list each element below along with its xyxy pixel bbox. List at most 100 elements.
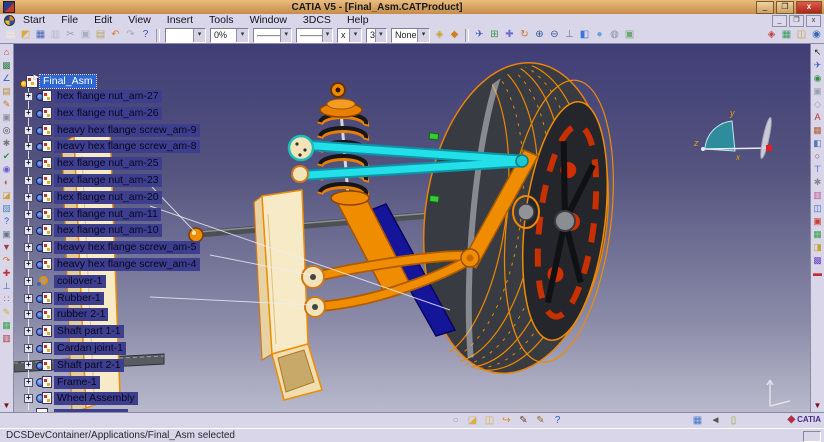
tree-root-label[interactable]: Final_Asm: [40, 75, 96, 88]
fly-icon[interactable]: ✈: [812, 59, 824, 71]
zoom-out-icon[interactable]: ⊖: [547, 28, 562, 42]
tree-expander[interactable]: +: [24, 176, 33, 185]
minimize-button[interactable]: _: [756, 1, 774, 14]
toolbar-overflow-icon[interactable]: ▼: [814, 401, 822, 410]
shading-edges-icon[interactable]: ◍: [607, 28, 622, 42]
tree-item-label[interactable]: Frame-1: [54, 376, 100, 389]
measure-between-icon[interactable]: ⊤: [812, 163, 824, 175]
tree-item-label[interactable]: heavy hex flange screw_am-8: [54, 140, 200, 153]
pen-icon[interactable]: ✎: [516, 414, 531, 428]
tree-expander[interactable]: +: [24, 361, 33, 370]
tree-expander[interactable]: +: [24, 378, 33, 387]
open-catalog-icon[interactable]: ◪: [1, 189, 13, 201]
menu-file[interactable]: File: [53, 14, 86, 27]
curve-tool-icon[interactable]: ↪: [499, 414, 514, 428]
chart-icon[interactable]: ▥: [1, 332, 13, 344]
menu-help[interactable]: Help: [339, 14, 377, 27]
menu-3dcs[interactable]: 3DCS: [295, 14, 339, 27]
copy-icon[interactable]: ▣: [78, 28, 93, 42]
mdi-minimize-button[interactable]: _: [772, 15, 787, 27]
tree-item-label[interactable]: Wheel Assembly: [54, 392, 138, 405]
product-structure-icon[interactable]: ⌂: [1, 46, 13, 58]
point-symbol-combo[interactable]: x▾: [337, 28, 362, 43]
speaker-icon[interactable]: ◄: [708, 414, 723, 428]
annotate-icon[interactable]: ✎: [1, 306, 13, 318]
manipulate-icon[interactable]: ◇: [812, 98, 824, 110]
close-button[interactable]: x: [796, 1, 822, 14]
graphic-properties-icon[interactable]: ◈: [432, 28, 447, 42]
settings-gear-icon[interactable]: ✱: [812, 176, 824, 188]
scene-icon[interactable]: ▦: [779, 28, 794, 42]
tree-item-label[interactable]: Rubber-1: [54, 292, 104, 305]
line-weight-combo-arrow[interactable]: ▾: [322, 29, 332, 42]
3d-viewport[interactable]: y z x ➤Final_Asm+hex flange nut_am-27+he…: [14, 44, 810, 412]
tree-item-label[interactable]: Shaft part 2-1: [54, 359, 124, 372]
render-tools-icon[interactable]: ▩: [1, 59, 13, 71]
world-icon[interactable]: ◉: [809, 28, 824, 42]
workbench-combo[interactable]: ▾: [165, 28, 206, 43]
power-input-icon[interactable]: ○: [448, 414, 463, 428]
tree-expander[interactable]: +: [24, 294, 33, 303]
doc-folder-icon[interactable]: ◪: [465, 414, 480, 428]
view-compass[interactable]: y z x: [693, 108, 773, 162]
tree-expander[interactable]: +: [24, 327, 33, 336]
catalog-icon[interactable]: ▤: [1, 85, 13, 97]
update-icon[interactable]: ◈: [764, 28, 779, 42]
dmu-space-analysis-icon[interactable]: ◫: [812, 202, 824, 214]
tree-item-label[interactable]: hex flange nut_am-20: [54, 191, 162, 204]
tree-item-label[interactable]: hex flange nut_am-26: [54, 107, 162, 120]
whats-this-icon[interactable]: ?: [550, 414, 565, 428]
tree-expander[interactable]: +: [24, 142, 33, 151]
wireframe-icon[interactable]: ▣: [622, 28, 637, 42]
dmu-section-icon[interactable]: ▦: [812, 228, 824, 240]
menu-insert[interactable]: Insert: [159, 14, 201, 27]
menu-view[interactable]: View: [120, 14, 159, 27]
tree-expander[interactable]: +: [24, 210, 33, 219]
tree-item-label[interactable]: hex flange nut_am-23: [54, 174, 162, 187]
paste-icon[interactable]: ▤: [93, 28, 108, 42]
tree-item-label[interactable]: Shaft part 1-1: [54, 325, 124, 338]
line-type-combo[interactable]: ———▾: [253, 28, 292, 43]
tree-item-label[interactable]: coilover-1: [54, 275, 106, 288]
tree-item-label[interactable]: hex flange nut_am-25: [54, 157, 162, 170]
tree-item-label[interactable]: hex flange nut_am-11: [54, 208, 161, 221]
tree-expander[interactable]: +: [24, 310, 33, 319]
render-shading-icon[interactable]: ◧: [812, 137, 824, 149]
new-icon[interactable]: ▤: [3, 28, 18, 42]
search-icon[interactable]: ◎: [1, 124, 13, 136]
isometric-view-icon[interactable]: ◧: [577, 28, 592, 42]
menu-start[interactable]: Start: [15, 14, 53, 27]
workbench-combo-arrow[interactable]: ▾: [193, 29, 205, 42]
mdi-close-button[interactable]: x: [806, 15, 821, 27]
dmu-clash-icon[interactable]: ▣: [812, 215, 824, 227]
painter-icon[interactable]: ◆: [447, 28, 462, 42]
tools-icon[interactable]: ✱: [1, 137, 13, 149]
restore-button[interactable]: ❐: [776, 1, 794, 14]
tree-expander[interactable]: +: [24, 159, 33, 168]
symbol-size-combo[interactable]: 3▾: [366, 28, 387, 43]
tree-item-label[interactable]: rubber 2-1: [54, 308, 108, 321]
tree-expander[interactable]: +: [24, 243, 33, 252]
snap-icon[interactable]: ▣: [812, 85, 824, 97]
sketch-icon[interactable]: ✎: [1, 98, 13, 110]
dmu-compare-icon[interactable]: ▩: [812, 254, 824, 266]
opacity-combo[interactable]: 0%▾: [210, 28, 249, 43]
tree-expander[interactable]: +: [24, 126, 33, 135]
toolbar-overflow-icon[interactable]: ▼: [3, 401, 11, 410]
open-icon[interactable]: ◩: [18, 28, 33, 42]
normal-view-icon[interactable]: ⊥: [562, 28, 577, 42]
tree-item-label[interactable]: heavy hex flange screw_am-9: [54, 124, 200, 137]
tree-item-label[interactable]: heavy hex flange screw_am-4: [54, 258, 200, 271]
tree-expander[interactable]: +: [24, 394, 33, 403]
menu-tools[interactable]: Tools: [201, 14, 242, 27]
line-type-combo-arrow[interactable]: ▾: [280, 29, 291, 42]
material-library-icon[interactable]: ▦: [812, 124, 824, 136]
color-bars-icon[interactable]: ▥: [812, 189, 824, 201]
pin-icon[interactable]: ▼: [1, 241, 13, 253]
constraints-icon[interactable]: ⊥: [1, 280, 13, 292]
tree-item-label[interactable]: hex flange nut_am-10: [54, 224, 162, 237]
zoom-in-icon[interactable]: ⊕: [532, 28, 547, 42]
fit-all-in-icon[interactable]: ⊞: [487, 28, 502, 42]
tree-expander[interactable]: +: [24, 193, 33, 202]
line-weight-combo[interactable]: ———▾: [296, 28, 333, 43]
